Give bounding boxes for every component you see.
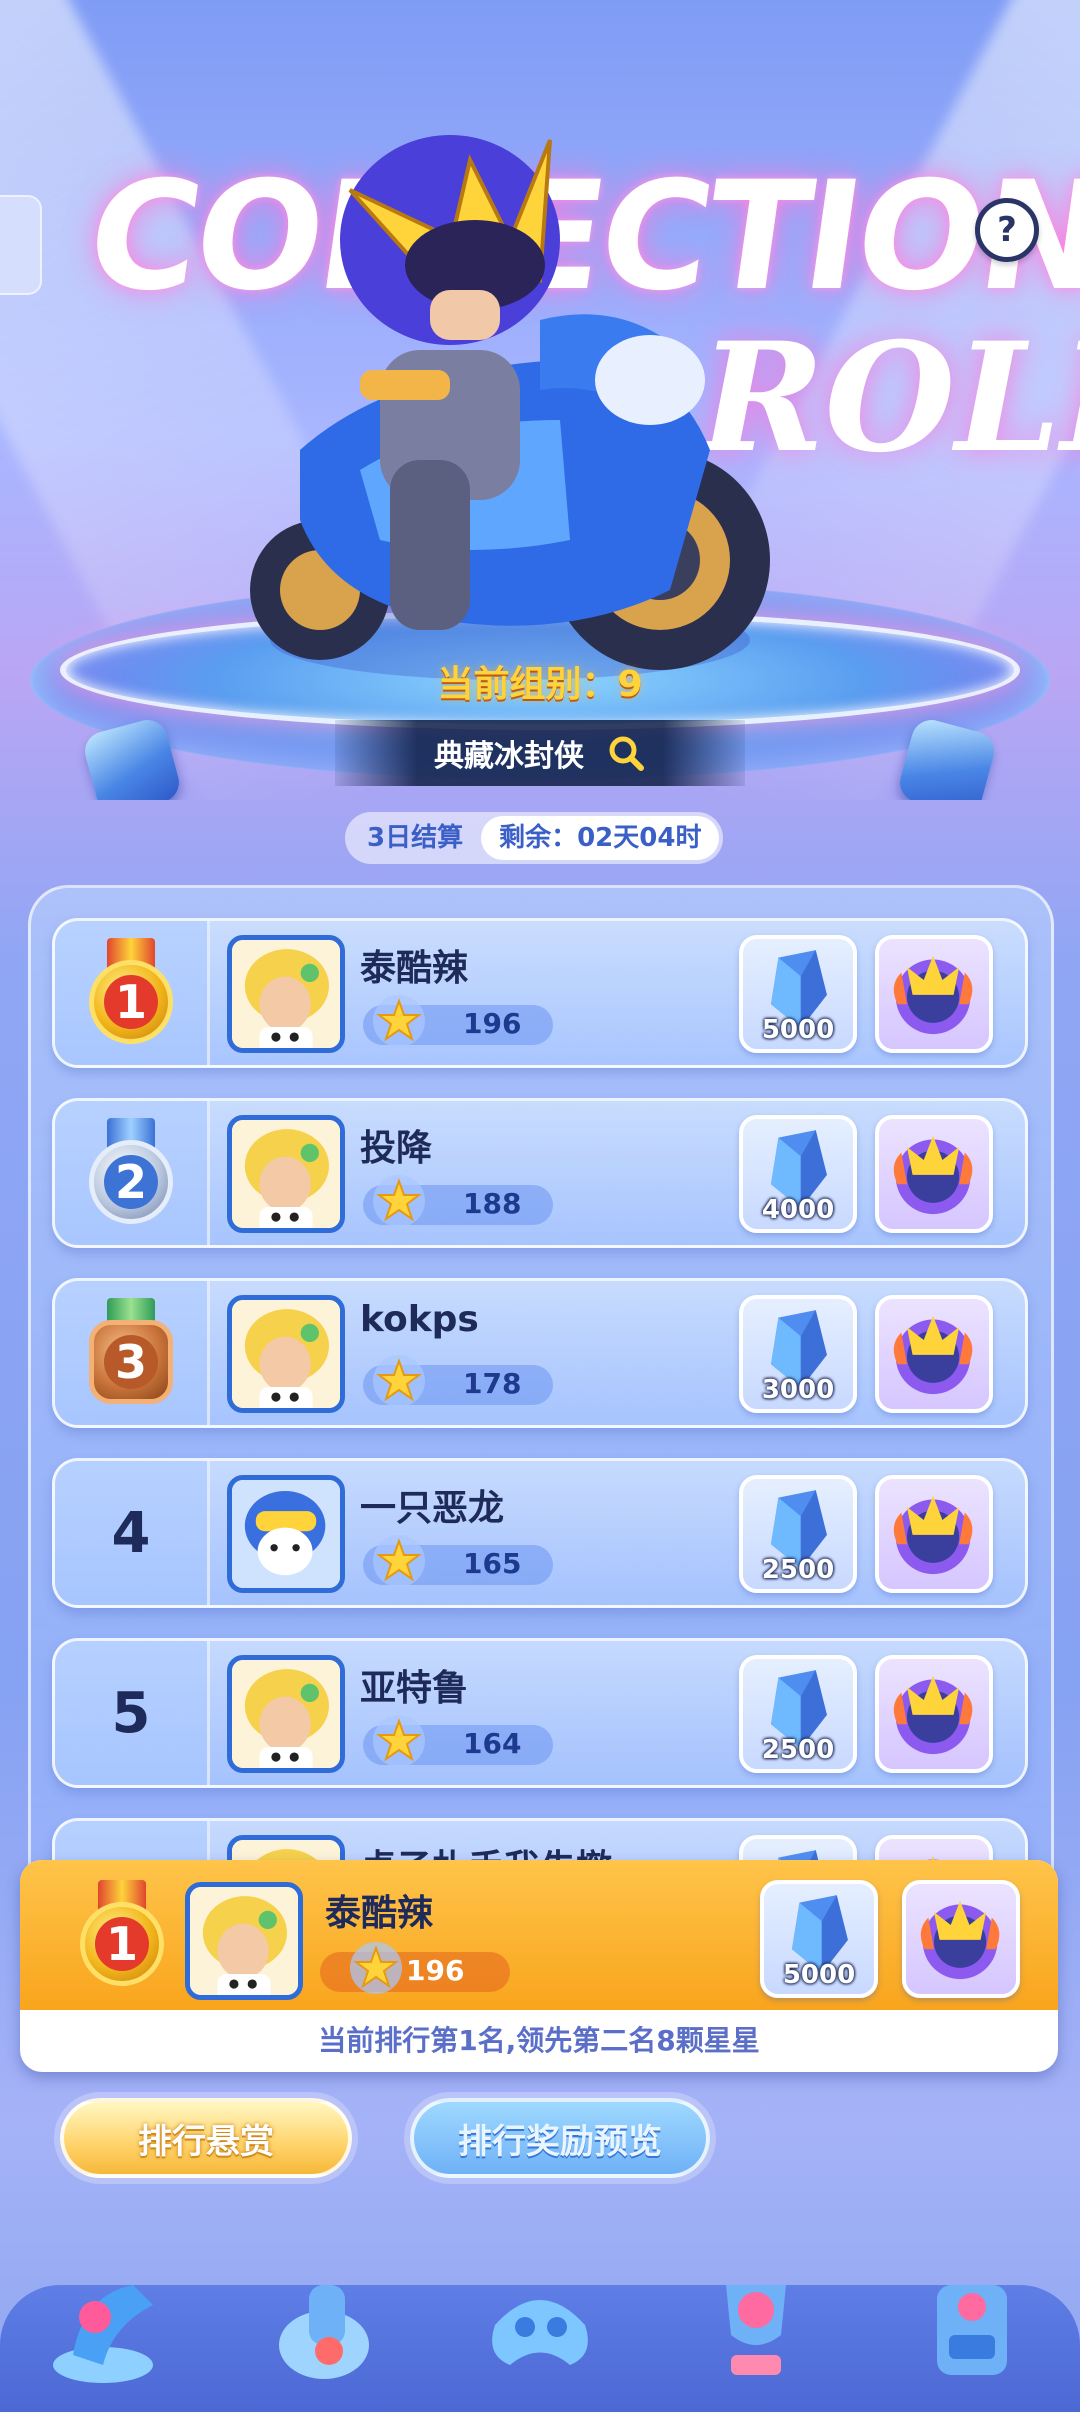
gem-amount: 4000	[761, 1195, 835, 1225]
gem-reward[interactable]: 4000	[739, 1115, 857, 1233]
gem-reward[interactable]: 2500	[739, 1655, 857, 1773]
avatar-knight-icon	[232, 1480, 340, 1588]
skin-reward[interactable]	[875, 1655, 993, 1773]
my-score: 196	[406, 1954, 465, 1987]
skin-reward[interactable]	[875, 935, 993, 1053]
gem-reward[interactable]: 3000	[739, 1295, 857, 1413]
skin-reward[interactable]	[875, 1475, 993, 1593]
avatar-blonde-girl-icon	[232, 1120, 340, 1228]
star-icon	[373, 1535, 425, 1587]
gem-amount: 3000	[761, 1375, 835, 1405]
ranking-row[interactable]: 3 kokps 178 3000	[52, 1278, 1028, 1428]
player-score: 165	[463, 1547, 522, 1580]
mystery-machine-icon[interactable]	[907, 2265, 1037, 2395]
avatar-blonde-girl-icon	[232, 1660, 340, 1768]
ranking-row[interactable]: 2 投降 188 4000	[52, 1098, 1028, 1248]
gold-medal-icon: 1	[81, 938, 181, 1048]
player-avatar[interactable]	[227, 1115, 345, 1233]
star-icon	[373, 1715, 425, 1767]
rank-cell: 2	[55, 1101, 210, 1245]
rank-cell: 4	[55, 1461, 210, 1605]
gamepad-icon[interactable]	[475, 2265, 605, 2395]
player-name: kokps	[360, 1299, 479, 1340]
my-player-name: 泰酷辣	[325, 1893, 434, 1934]
skin-frame-icon	[920, 1900, 1000, 1980]
player-name: 泰酷辣	[360, 948, 469, 989]
player-name: 亚特鲁	[360, 1668, 469, 1709]
hero-character-illustration	[250, 135, 770, 680]
skin-frame-icon	[893, 1315, 973, 1395]
tab-rank-reward[interactable]: 排行悬赏	[60, 2098, 352, 2178]
player-avatar[interactable]	[227, 935, 345, 1053]
rank-cell: 5	[55, 1641, 210, 1785]
rank-number: 1	[104, 975, 158, 1029]
rank-number: 4	[111, 1500, 151, 1566]
settlement-period: 3日结算	[367, 823, 464, 853]
ranking-row[interactable]: 5 亚特鲁 164 2500	[52, 1638, 1028, 1788]
my-gem-amount: 5000	[782, 1960, 856, 1990]
time-remaining: 剩余：02天04时	[481, 816, 720, 860]
player-name: 投降	[360, 1128, 433, 1169]
my-rank-bar: 1 泰酷辣 196 5000 当前排行第1名,领先第二名8颗星星	[20, 1860, 1058, 2072]
rank-number: 3	[104, 1335, 158, 1389]
rank-cell: 1	[55, 921, 210, 1065]
skin-frame-icon	[893, 1495, 973, 1575]
tab-reward-preview[interactable]: 排行奖励预览	[410, 2098, 710, 2178]
ranking-row[interactable]: 1 泰酷辣 196 5000	[52, 918, 1028, 1068]
side-expand-tab[interactable]	[0, 195, 42, 295]
player-name: 一只恶龙	[360, 1488, 505, 1529]
skin-frame-icon	[893, 1675, 973, 1755]
star-icon	[373, 1175, 425, 1227]
ranking-row[interactable]: 4 一只恶龙 165 2500	[52, 1458, 1028, 1608]
search-icon[interactable]	[606, 733, 646, 773]
player-avatar[interactable]	[227, 1475, 345, 1593]
collection-name: 典藏冰封侠	[434, 739, 584, 774]
gem-amount: 2500	[761, 1735, 835, 1765]
whistle-icon[interactable]	[259, 2265, 389, 2395]
my-gem-reward[interactable]: 5000	[760, 1880, 878, 1998]
star-icon	[373, 1355, 425, 1407]
gold-medal-icon: 1	[72, 1880, 172, 1990]
gem-amount: 5000	[761, 1015, 835, 1045]
rank-number: 5	[111, 1680, 151, 1746]
bottom-nav	[0, 2285, 1080, 2412]
avatar-blonde-girl-icon	[232, 1300, 340, 1408]
current-group-label: 当前组别：9	[437, 664, 643, 705]
player-score: 178	[463, 1367, 522, 1400]
avatar-blonde-girl-icon	[232, 940, 340, 1048]
rank-cell: 3	[55, 1281, 210, 1425]
speed-icon[interactable]	[43, 2265, 173, 2395]
player-score: 164	[463, 1727, 522, 1760]
gem-amount: 2500	[761, 1555, 835, 1585]
help-button[interactable]: ?	[975, 198, 1039, 262]
star-icon	[350, 1942, 402, 1994]
star-icon	[373, 995, 425, 1047]
avatar-blonde-girl-icon	[190, 1887, 298, 1995]
gem-reward[interactable]: 2500	[739, 1475, 857, 1593]
rank-number: 2	[104, 1155, 158, 1209]
collection-name-bar[interactable]: 典藏冰封侠	[335, 720, 745, 786]
my-avatar[interactable]	[185, 1882, 303, 2000]
my-skin-reward[interactable]	[902, 1880, 1020, 1998]
player-score: 188	[463, 1187, 522, 1220]
trophy-icon[interactable]	[691, 2265, 821, 2395]
skin-frame-icon	[893, 1135, 973, 1215]
player-avatar[interactable]	[227, 1655, 345, 1773]
skin-reward[interactable]	[875, 1295, 993, 1413]
player-avatar[interactable]	[227, 1295, 345, 1413]
gem-reward[interactable]: 5000	[739, 935, 857, 1053]
settlement-timer: 3日结算 剩余：02天04时	[345, 812, 724, 864]
silver-medal-icon: 2	[81, 1118, 181, 1228]
skin-frame-icon	[893, 955, 973, 1035]
my-rank-tip: 当前排行第1名,领先第二名8颗星星	[318, 2024, 760, 2057]
my-rank-number: 1	[95, 1917, 149, 1971]
bronze-medal-icon: 3	[81, 1298, 181, 1408]
skin-reward[interactable]	[875, 1115, 993, 1233]
player-score: 196	[463, 1007, 522, 1040]
